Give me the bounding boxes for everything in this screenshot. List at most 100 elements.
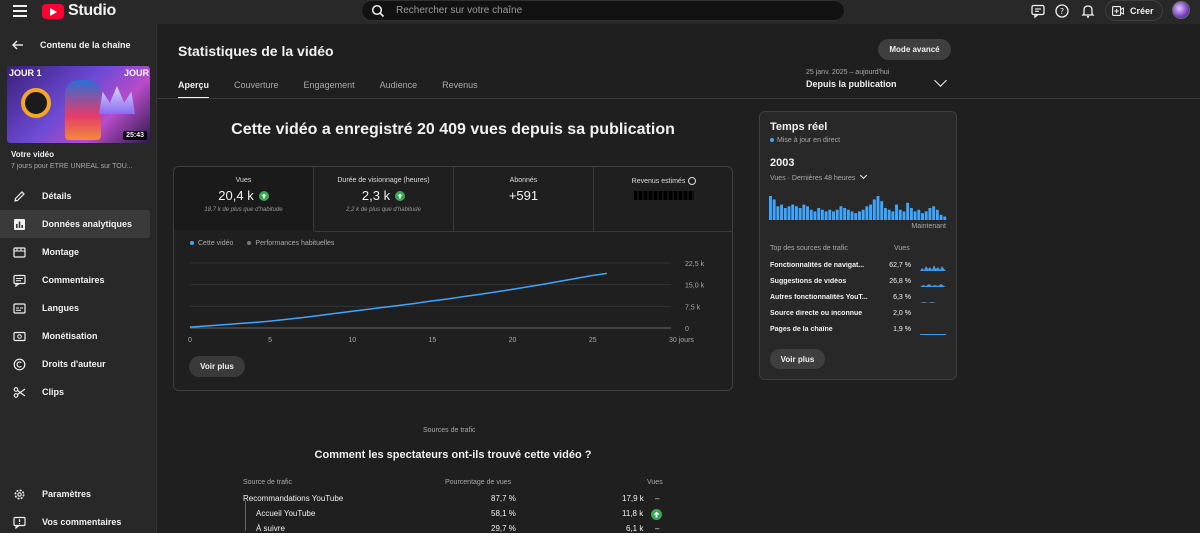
search-bar[interactable] [361, 0, 845, 21]
tab-revenue[interactable]: Revenus [442, 80, 478, 96]
traffic-row[interactable]: Recommandations YouTube 87,7 % 17,9 k – [0, 494, 700, 509]
your-video-label: Votre vidéo [11, 150, 54, 159]
create-button[interactable]: Créer [1105, 0, 1163, 21]
traffic-pct: 29,7 % [491, 524, 516, 533]
avatar[interactable] [1172, 1, 1190, 19]
realtime-source-row[interactable]: Fonctionnalités de navigat... 62,7 % [770, 262, 948, 274]
realtime-source-row[interactable]: Suggestions de vidéos 26,8 % [770, 278, 948, 290]
youtube-logo-icon [42, 3, 64, 19]
realtime-bar [835, 209, 839, 220]
tab-audience[interactable]: Audience [380, 80, 418, 96]
sparkline [920, 265, 946, 271]
realtime-bar [898, 209, 902, 220]
sidebar-item-label: Commentaires [42, 275, 105, 285]
metric-value-row: 2,3 k [314, 188, 453, 203]
live-dot [770, 138, 774, 142]
traffic-row[interactable]: À suivre 29,7 % 6,1 k – [0, 516, 700, 533]
sidebar-item-clips[interactable]: Clips [0, 378, 157, 406]
subtitles-icon [12, 301, 26, 315]
sidebar-item-analytics[interactable]: Données analytiques [0, 210, 150, 238]
date-range-selector[interactable]: 25 janv. 2025 – aujourd'hui Depuis la pu… [806, 69, 897, 89]
x-tick-label: 10 [348, 337, 356, 344]
traffic-views: 6,1 k [626, 524, 644, 533]
traffic-pct: 87,7 % [491, 494, 516, 503]
realtime-bar [854, 213, 858, 220]
tab-reach[interactable]: Couverture [234, 80, 279, 96]
realtime-source-row[interactable]: Source directe ou inconnue 2,0 % [770, 310, 948, 322]
metric-subscribers[interactable]: Abonnés +591 [454, 167, 594, 232]
feedback-message-icon[interactable] [1030, 3, 1046, 19]
realtime-bar [794, 206, 798, 220]
legend-this-video: Cette vidéo [190, 240, 233, 247]
realtime-bar [776, 206, 780, 220]
tabs-divider [157, 98, 1200, 99]
metric-revenue[interactable]: Revenus estimés [594, 167, 732, 232]
realtime-bar [861, 209, 865, 220]
realtime-bar [872, 199, 876, 220]
realtime-live-label: Mise à jour en direct [770, 137, 840, 144]
sidebar-item-copyright[interactable]: Droits d'auteur [0, 350, 157, 378]
metric-watch-time[interactable]: Durée de visionnage (heures) 2,3 k 2,2 k… [314, 167, 454, 232]
realtime-source-row[interactable]: Pages de la chaîne 1,9 % [770, 326, 948, 338]
traffic-row[interactable]: Accueil YouTube 58,1 % 11,8 k [0, 501, 700, 524]
scissors-icon [12, 385, 26, 399]
realtime-now-label: Maintenant [911, 223, 946, 230]
chevron-down-icon[interactable] [934, 74, 947, 87]
realtime-count: 2003 [770, 157, 795, 169]
see-more-button[interactable]: Voir plus [189, 356, 245, 377]
realtime-bar [828, 209, 832, 220]
source-name: Suggestions de vidéos [770, 278, 847, 285]
realtime-bar [820, 209, 824, 220]
notifications-bell-icon[interactable] [1080, 3, 1096, 19]
sidebar-item-editor[interactable]: Montage [0, 238, 157, 266]
menu-icon[interactable] [13, 5, 27, 17]
realtime-bar [943, 216, 947, 220]
sidebar-item-label: Données analytiques [42, 219, 133, 229]
sidebar-nav: Détails Données analytiques Montage Comm… [0, 182, 157, 406]
back-to-content[interactable]: Contenu de la chaîne [12, 40, 131, 50]
sparkline [920, 302, 946, 303]
chart-legend: Cette vidéo Performances habituelles [190, 240, 334, 247]
video-thumbnail[interactable]: JOUR 1 JOUR 25:43 [7, 66, 150, 143]
date-range-label: Depuis la publication [806, 79, 897, 89]
realtime-bar [780, 204, 784, 220]
date-range-dates: 25 janv. 2025 – aujourd'hui [806, 69, 890, 76]
y-tick-label: 22,5 k [685, 261, 705, 268]
tab-engagement[interactable]: Engagement [304, 80, 355, 96]
source-pct: 62,7 % [889, 262, 911, 269]
video-duration: 25:43 [123, 131, 147, 140]
search-input[interactable] [396, 2, 816, 19]
sidebar-item-languages[interactable]: Langues [0, 294, 157, 322]
realtime-see-more-button[interactable]: Voir plus [770, 349, 825, 369]
realtime-source-row[interactable]: Autres fonctionnalités YouT... 6,3 % [770, 294, 948, 306]
metric-value-row: 20,4 k [174, 188, 313, 203]
studio-logo[interactable]: Studio [42, 2, 116, 20]
realtime-bar [858, 211, 861, 220]
metric-views[interactable]: Vues 20,4 k 18,7 k de plus que d'habitud… [174, 167, 314, 232]
film-icon [12, 245, 26, 259]
legend-typical: Performances habituelles [247, 240, 334, 247]
redacted-value [634, 191, 694, 200]
help-icon[interactable]: ? [1054, 3, 1070, 19]
metric-value: 2,3 k [361, 188, 391, 203]
dollar-icon [12, 329, 26, 343]
traffic-source: Accueil YouTube [256, 509, 316, 518]
realtime-bar [909, 208, 913, 220]
realtime-sub[interactable]: Vues · Dernières 48 heures [770, 171, 868, 182]
tree-line [245, 501, 246, 516]
tab-overview[interactable]: Aperçu [178, 80, 210, 99]
traffic-source: Recommandations YouTube [243, 494, 344, 503]
metric-label: Vues [235, 177, 252, 184]
x-tick-label: 25 [589, 337, 597, 344]
sidebar-item-monetization[interactable]: Monétisation [0, 322, 157, 350]
page-title: Statistiques de la vidéo [178, 43, 334, 59]
realtime-bar-chart [769, 196, 947, 220]
traffic-title: Comment les spectateurs ont-ils trouvé c… [314, 449, 592, 461]
create-label: Créer [1130, 5, 1154, 16]
arrow-up-icon [395, 190, 406, 201]
sidebar-item-comments[interactable]: Commentaires [0, 266, 157, 294]
series-line-this-video [189, 272, 607, 328]
realtime-bar [895, 204, 898, 220]
advanced-mode-button[interactable]: Mode avancé [878, 39, 951, 60]
sidebar-item-details[interactable]: Détails [0, 182, 157, 210]
